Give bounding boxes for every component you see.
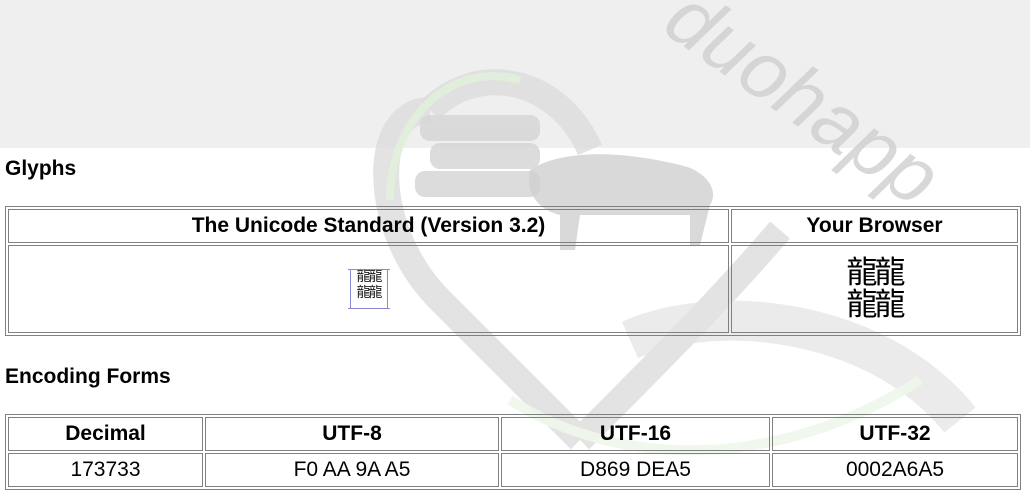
page-content: Glyphs The Unicode Standard (Version 3.2…	[0, 0, 1030, 498]
column-header-utf32: UTF-32	[772, 417, 1018, 451]
decimal-value: 173733	[8, 453, 203, 487]
column-header-unicode-standard: The Unicode Standard (Version 3.2)	[8, 209, 729, 243]
browser-glyph: 龍龍 龍龍	[846, 255, 906, 323]
column-header-utf16: UTF-16	[501, 417, 770, 451]
encoding-forms-heading: Encoding Forms	[5, 365, 171, 388]
utf32-value: 0002A6A5	[772, 453, 1018, 487]
column-header-your-browser: Your Browser	[731, 209, 1018, 243]
glyphs-table: The Unicode Standard (Version 3.2) Your …	[5, 206, 1021, 336]
utf8-value: F0 AA 9A A5	[205, 453, 499, 487]
browser-glyph-cell: 龍龍 龍龍	[731, 245, 1018, 333]
standard-glyph-row: 龍龍	[356, 269, 383, 285]
utf16-value: D869 DEA5	[501, 453, 770, 487]
glyphs-heading: Glyphs	[5, 157, 77, 180]
browser-glyph-row: 龍龍	[846, 287, 906, 323]
standard-glyph-cell: 龍龍 龍龍	[8, 245, 729, 333]
browser-glyph-row: 龍龍	[846, 255, 906, 291]
encoding-forms-table: Decimal UTF-8 UTF-16 UTF-32 173733 F0 AA…	[5, 414, 1021, 490]
column-header-decimal: Decimal	[8, 417, 203, 451]
standard-glyph-image: 龍龍 龍龍	[347, 269, 390, 309]
column-header-utf8: UTF-8	[205, 417, 499, 451]
standard-glyph-row: 龍龍	[356, 285, 383, 301]
